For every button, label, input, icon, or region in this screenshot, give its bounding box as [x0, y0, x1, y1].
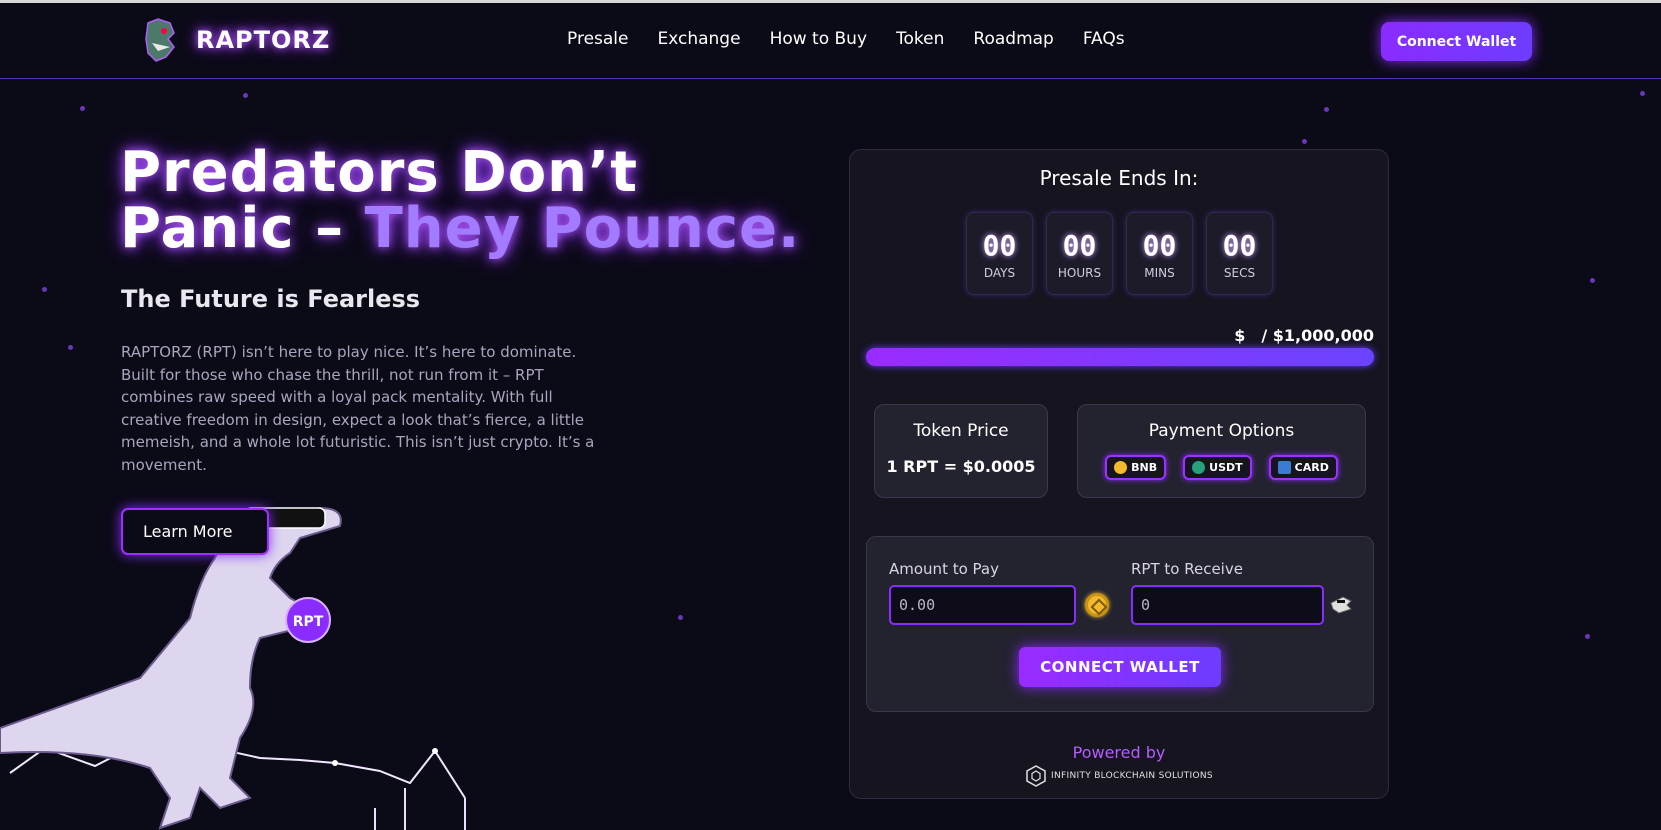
token-price-box: Token Price 1 RPT = $0.0005 [874, 404, 1048, 498]
brand-logo[interactable]: RAPTORZ [140, 17, 330, 63]
presale-title: Presale Ends In: [1039, 166, 1199, 190]
countdown-value: 00 [982, 229, 1017, 262]
hexagon-cube-icon [1026, 765, 1046, 787]
raised-amount: $ / $1,000,000 [1234, 326, 1374, 345]
nav-link-token[interactable]: Token [896, 29, 944, 49]
countdown-days: 00 DAYS [966, 212, 1033, 295]
countdown-value: 00 [1222, 229, 1257, 262]
payment-options-title: Payment Options [1148, 421, 1295, 441]
payment-options-box: Payment Options BNB USDT CARD [1077, 404, 1366, 498]
nav-link-how-to-buy[interactable]: How to Buy [770, 29, 867, 49]
main-nav: Presale Exchange How to Buy Token Roadma… [567, 29, 1125, 49]
hero-subtitle: The Future is Fearless [121, 285, 421, 313]
hero-title-line2: Panic – [120, 196, 365, 261]
star-decoration [243, 93, 248, 98]
brand-name: RAPTORZ [196, 26, 331, 54]
payment-option-bnb[interactable]: BNB [1105, 455, 1167, 480]
countdown-label: MINS [1144, 266, 1175, 280]
payment-option-usdt[interactable]: USDT [1183, 455, 1252, 480]
nav-link-presale[interactable]: Presale [567, 29, 628, 49]
connect-wallet-button[interactable]: Connect Wallet [1381, 22, 1532, 61]
presale-progress-bar [866, 348, 1374, 366]
star-decoration [42, 287, 47, 292]
countdown-secs: 00 SECS [1206, 212, 1273, 295]
countdown-mins: 00 MINS [1126, 212, 1193, 295]
hero-description: RAPTORZ (RPT) isn’t here to play nice. I… [121, 343, 595, 474]
raptor-token-icon [1330, 596, 1352, 614]
countdown-label: SECS [1223, 266, 1256, 280]
nav-link-faqs[interactable]: FAQs [1083, 29, 1125, 49]
nav-link-roadmap[interactable]: Roadmap [973, 29, 1053, 49]
hero-title-accent: They Pounce. [364, 196, 801, 261]
token-price-value: 1 RPT = $0.0005 [886, 457, 1036, 476]
payment-option-label: BNB [1131, 461, 1158, 474]
nav-link-exchange[interactable]: Exchange [657, 29, 740, 49]
countdown-label: DAYS [983, 266, 1016, 280]
amount-to-pay-label: Amount to Pay [889, 560, 999, 578]
raised-currency: $ [1234, 326, 1246, 345]
payment-option-card[interactable]: CARD [1268, 455, 1338, 480]
payment-option-label: USDT [1209, 461, 1243, 474]
countdown-value: 00 [1142, 229, 1177, 262]
bnb-icon [1085, 593, 1109, 617]
countdown-value: 00 [1062, 229, 1097, 262]
rpt-to-receive-label: RPT to Receive [1131, 560, 1243, 578]
star-decoration [68, 345, 73, 350]
learn-more-button[interactable]: Learn More [121, 508, 269, 555]
amount-to-pay-input[interactable] [889, 585, 1076, 625]
star-decoration [80, 106, 85, 111]
usdt-icon [1192, 461, 1206, 474]
raptor-logo-icon [145, 18, 175, 62]
countdown-label: HOURS [1057, 266, 1102, 280]
bnb-icon [1114, 461, 1128, 474]
payment-option-label: CARD [1294, 461, 1329, 474]
countdown-timer: 00 DAYS 00 HOURS 00 MINS 00 SECS [966, 212, 1273, 295]
star-decoration [1590, 278, 1595, 283]
top-navbar: RAPTORZ Presale Exchange How to Buy Toke… [0, 3, 1661, 79]
raised-target: / $1,000,000 [1261, 326, 1374, 345]
star-decoration [1302, 139, 1307, 144]
credit-card-icon [1277, 461, 1291, 474]
connect-wallet-submit-button[interactable]: CONNECT WALLET [1019, 647, 1221, 687]
purchase-form: Amount to Pay RPT to Receive CONNECT WAL… [866, 536, 1374, 712]
star-decoration [1585, 634, 1590, 639]
presale-card: Presale Ends In: 00 DAYS 00 HOURS 00 MIN… [849, 149, 1389, 799]
partner-logo[interactable]: INFINITY BLOCKCHAIN SOLUTIONS [850, 765, 1388, 787]
countdown-hours: 00 HOURS [1046, 212, 1113, 295]
powered-by-label: Powered by [1072, 743, 1166, 762]
hero-title: Predators Don’t Panic – They Pounce. [120, 145, 820, 257]
coin-label: RPT [293, 614, 324, 630]
star-decoration [1640, 91, 1645, 96]
star-decoration [678, 615, 683, 620]
token-price-title: Token Price [913, 421, 1009, 441]
star-decoration [1324, 107, 1329, 112]
payment-options-list: BNB USDT CARD [1078, 455, 1365, 480]
partner-name: INFINITY BLOCKCHAIN SOLUTIONS [1051, 771, 1213, 781]
rpt-to-receive-input[interactable] [1131, 585, 1324, 625]
